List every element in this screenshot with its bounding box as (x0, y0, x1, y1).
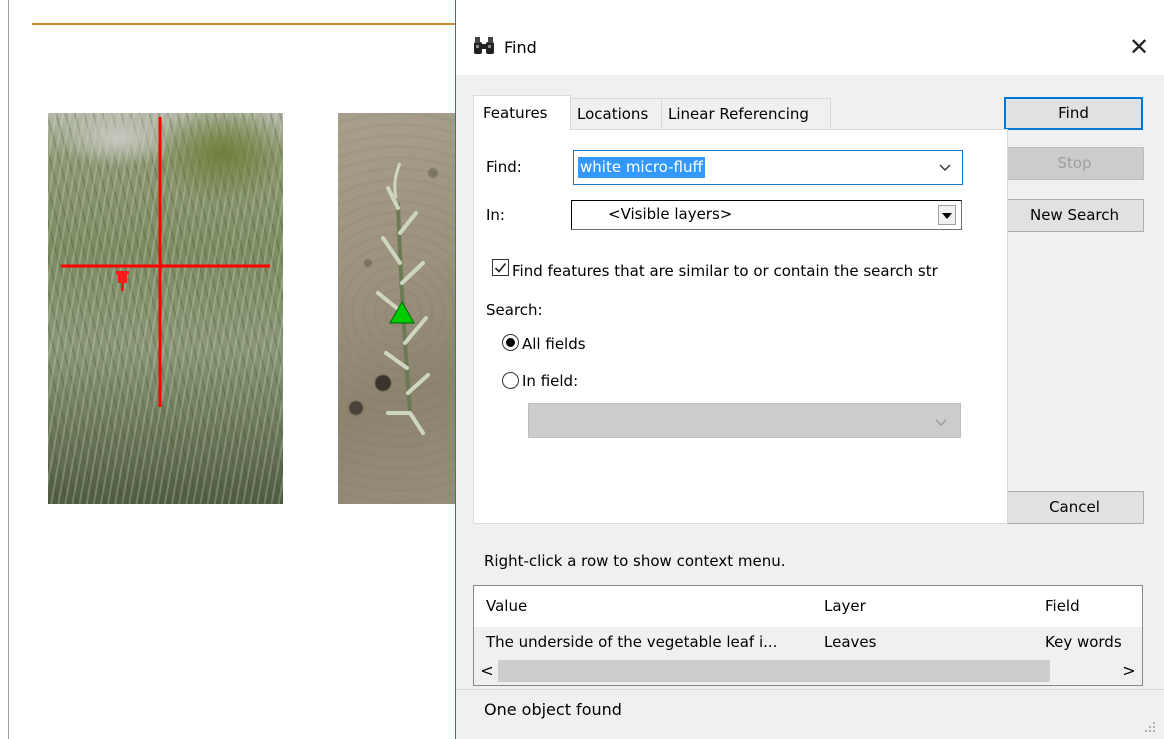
context-menu-hint: Right-click a row to show context menu. (484, 552, 786, 570)
green-triangle-marker-icon (389, 300, 415, 324)
status-text: One object found (484, 700, 622, 719)
tab-linear-referencing[interactable]: Linear Referencing (661, 98, 831, 128)
binoculars-icon (474, 37, 494, 54)
close-icon: ✕ (1128, 33, 1150, 61)
map-layout-rule (32, 23, 460, 25)
in-field-label[interactable]: In field: (522, 372, 578, 390)
in-label: In: (486, 206, 505, 224)
tab-locations[interactable]: Locations (570, 98, 662, 128)
in-layers-value: <Visible layers> (608, 205, 733, 223)
close-button[interactable]: ✕ (1122, 30, 1156, 64)
all-fields-radio[interactable] (502, 334, 519, 351)
find-label: Find: (486, 158, 522, 176)
similar-checkbox[interactable] (492, 259, 509, 276)
column-header-field[interactable]: Field (1045, 597, 1080, 615)
status-bar-divider (456, 689, 1164, 690)
column-header-value[interactable]: Value (486, 597, 527, 615)
horizontal-scrollbar[interactable]: < > (474, 657, 1142, 685)
in-field-radio[interactable] (502, 372, 519, 389)
column-header-layer[interactable]: Layer (824, 597, 866, 615)
crosshair-marker (61, 117, 270, 407)
chevron-down-icon[interactable] (938, 160, 952, 174)
tab-features[interactable]: Features (473, 95, 571, 130)
chevron-down-icon (935, 419, 947, 426)
map-frame-edge (8, 0, 9, 739)
dialog-title: Find (504, 38, 537, 57)
rosemary-sprig-photo (338, 113, 460, 504)
checkmark-icon (494, 262, 507, 273)
title-bar[interactable]: Find ✕ (456, 0, 1164, 75)
features-tab-panel (473, 129, 1008, 524)
result-layer-cell[interactable]: Leaves (824, 633, 876, 651)
rosemary-bush-photo (48, 113, 283, 504)
pushpin-icon (116, 271, 129, 291)
scrollbar-thumb[interactable] (498, 660, 1050, 682)
all-fields-label[interactable]: All fields (522, 335, 586, 353)
stop-button[interactable]: Stop (1005, 147, 1144, 180)
scroll-right-icon[interactable]: > (1120, 659, 1138, 683)
find-input-value[interactable]: white micro-fluff (578, 157, 705, 178)
cancel-button[interactable]: Cancel (1005, 491, 1144, 524)
search-label: Search: (486, 301, 543, 319)
field-dropdown[interactable] (528, 403, 961, 438)
map-canvas[interactable] (0, 0, 460, 739)
results-grid[interactable]: Value Layer Field The underside of the v… (473, 585, 1143, 686)
result-value-cell[interactable]: The underside of the vegetable leaf i... (486, 633, 777, 651)
new-search-button[interactable]: New Search (1005, 199, 1144, 232)
scroll-left-icon[interactable]: < (478, 659, 496, 683)
in-layers-dropdown[interactable]: <Visible layers> (571, 200, 962, 230)
find-combobox[interactable]: white micro-fluff (573, 150, 963, 185)
resize-grip-icon[interactable] (1144, 721, 1156, 733)
find-button[interactable]: Find (1004, 97, 1143, 130)
result-field-cell[interactable]: Key words (1045, 633, 1122, 651)
dropdown-arrow-button[interactable] (938, 205, 956, 225)
find-dialog: Find ✕ Features Locations Linear Referen… (455, 0, 1164, 739)
similar-checkbox-label[interactable]: Find features that are similar to or con… (512, 262, 964, 280)
